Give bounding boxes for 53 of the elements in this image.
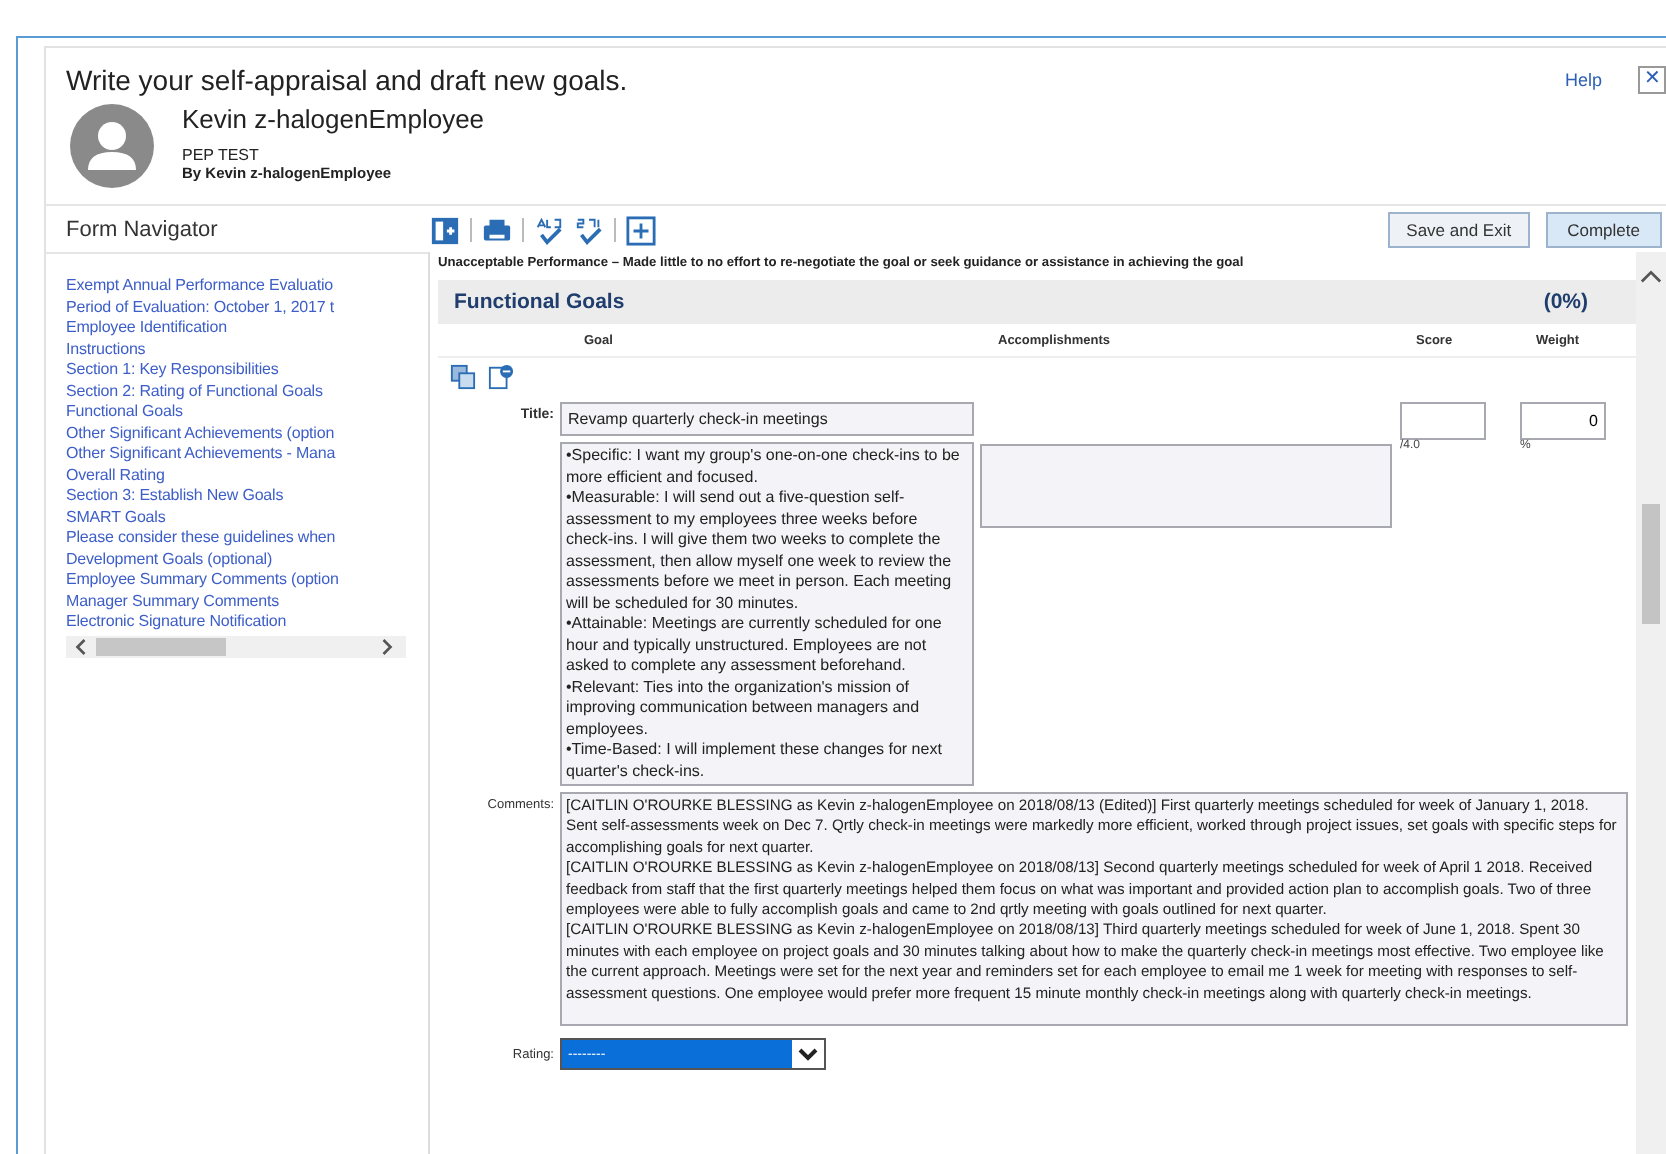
navigator-title: Form Navigator	[64, 218, 220, 242]
remove-icon[interactable]	[488, 364, 514, 390]
employee-name: Kevin z-halogenEmployee	[182, 104, 485, 134]
scroll-thumb[interactable]	[1642, 504, 1660, 624]
section-percent: (0%)	[1543, 290, 1588, 314]
navigator-link[interactable]: Manager Summary Comments	[66, 591, 428, 612]
action-button[interactable]: Complete	[1545, 212, 1662, 248]
scroll-thumb[interactable]	[96, 637, 226, 655]
navigator-link[interactable]: Instructions	[66, 339, 428, 360]
goal-text: •Attainable: Meetings are currently scheduled for one hour and typically unstructured. Employees are not asked to complete any assessment beforehand.	[566, 614, 944, 677]
expand-icon[interactable]	[626, 215, 656, 245]
accomplishments-field[interactable]	[980, 444, 1392, 528]
navigator-link[interactable]: Section 2: Rating of Functional Goals	[66, 381, 428, 402]
horizontal-scrollbar[interactable]	[66, 635, 406, 657]
navigator-link[interactable]: Overall Rating	[66, 465, 428, 486]
goal-text: •Measurable: I will send out a five-question self-assessment to my employees three weeks before check-ins. I will give them two weeks to complete the assessment, then allow myself one week to review the assessments before we meet in person. Each meeting will be scheduled for 30 minutes.	[566, 488, 954, 614]
section-title: Functional Goals	[454, 290, 625, 314]
help-link[interactable]: Help	[1564, 70, 1602, 90]
goal-description[interactable]	[560, 442, 974, 786]
goal-text: •Relevant: Ties into the organization's mission of improving communication between managers and employees.	[566, 677, 922, 740]
navigator-link[interactable]: SMART Goals	[66, 507, 428, 528]
scroll-up-icon[interactable]	[1640, 268, 1662, 284]
goal-text: •Specific: I want my group's one-on-one check-ins to be more efficient and focused.	[566, 446, 962, 488]
navigator-link[interactable]: Employee Summary Comments (option	[66, 570, 428, 591]
navigator-link[interactable]: Other Significant Achievements (option	[66, 423, 428, 444]
navigator-link[interactable]: Exempt Annual Performance Evaluatio	[66, 276, 428, 297]
navigator-link[interactable]: Other Significant Achievements - Mana	[66, 444, 428, 465]
spellcheck-icon[interactable]	[534, 215, 564, 245]
form-name: PEP TEST	[182, 146, 261, 164]
navigator-link[interactable]: Section 3: Establish New Goals	[66, 486, 428, 507]
navigator-link[interactable]: Section 1: Key Responsibilities	[66, 360, 428, 381]
close-button[interactable]: ✕	[1638, 66, 1666, 94]
navigator-link[interactable]: Employee Identification	[66, 318, 428, 339]
navigator-link[interactable]: Please consider these guidelines when	[66, 528, 428, 549]
check-icon[interactable]	[574, 215, 604, 245]
score-field[interactable]	[1400, 402, 1486, 440]
navigator-link[interactable]: Development Goals (optional)	[66, 549, 428, 570]
vertical-scrollbar[interactable]	[1636, 252, 1666, 1154]
comments-field[interactable]	[560, 792, 1628, 1027]
avatar-icon	[70, 104, 154, 188]
goal-text: •Time-Based: I will implement these changes for next quarter's check-ins.	[566, 740, 944, 782]
panel-icon[interactable]	[430, 215, 460, 245]
navigator-link[interactable]: Period of Evaluation: October 1, 2017 t	[66, 297, 428, 318]
title-field[interactable]: Revamp quarterly check-in meetings	[560, 402, 974, 436]
navigator-link[interactable]: Electronic Signature Notification	[66, 612, 428, 633]
action-button[interactable]: Save and Exit	[1388, 212, 1530, 248]
weight-field[interactable]: 0	[1520, 402, 1606, 440]
scroll-right-icon[interactable]	[380, 637, 394, 655]
scroll-left-icon[interactable]	[74, 637, 88, 655]
navigator-link[interactable]: Functional Goals	[66, 402, 428, 423]
copy-icon[interactable]	[450, 364, 476, 390]
dialog-title: Write your self-appraisal and draft new goals.	[66, 64, 628, 96]
print-icon[interactable]	[482, 215, 512, 245]
